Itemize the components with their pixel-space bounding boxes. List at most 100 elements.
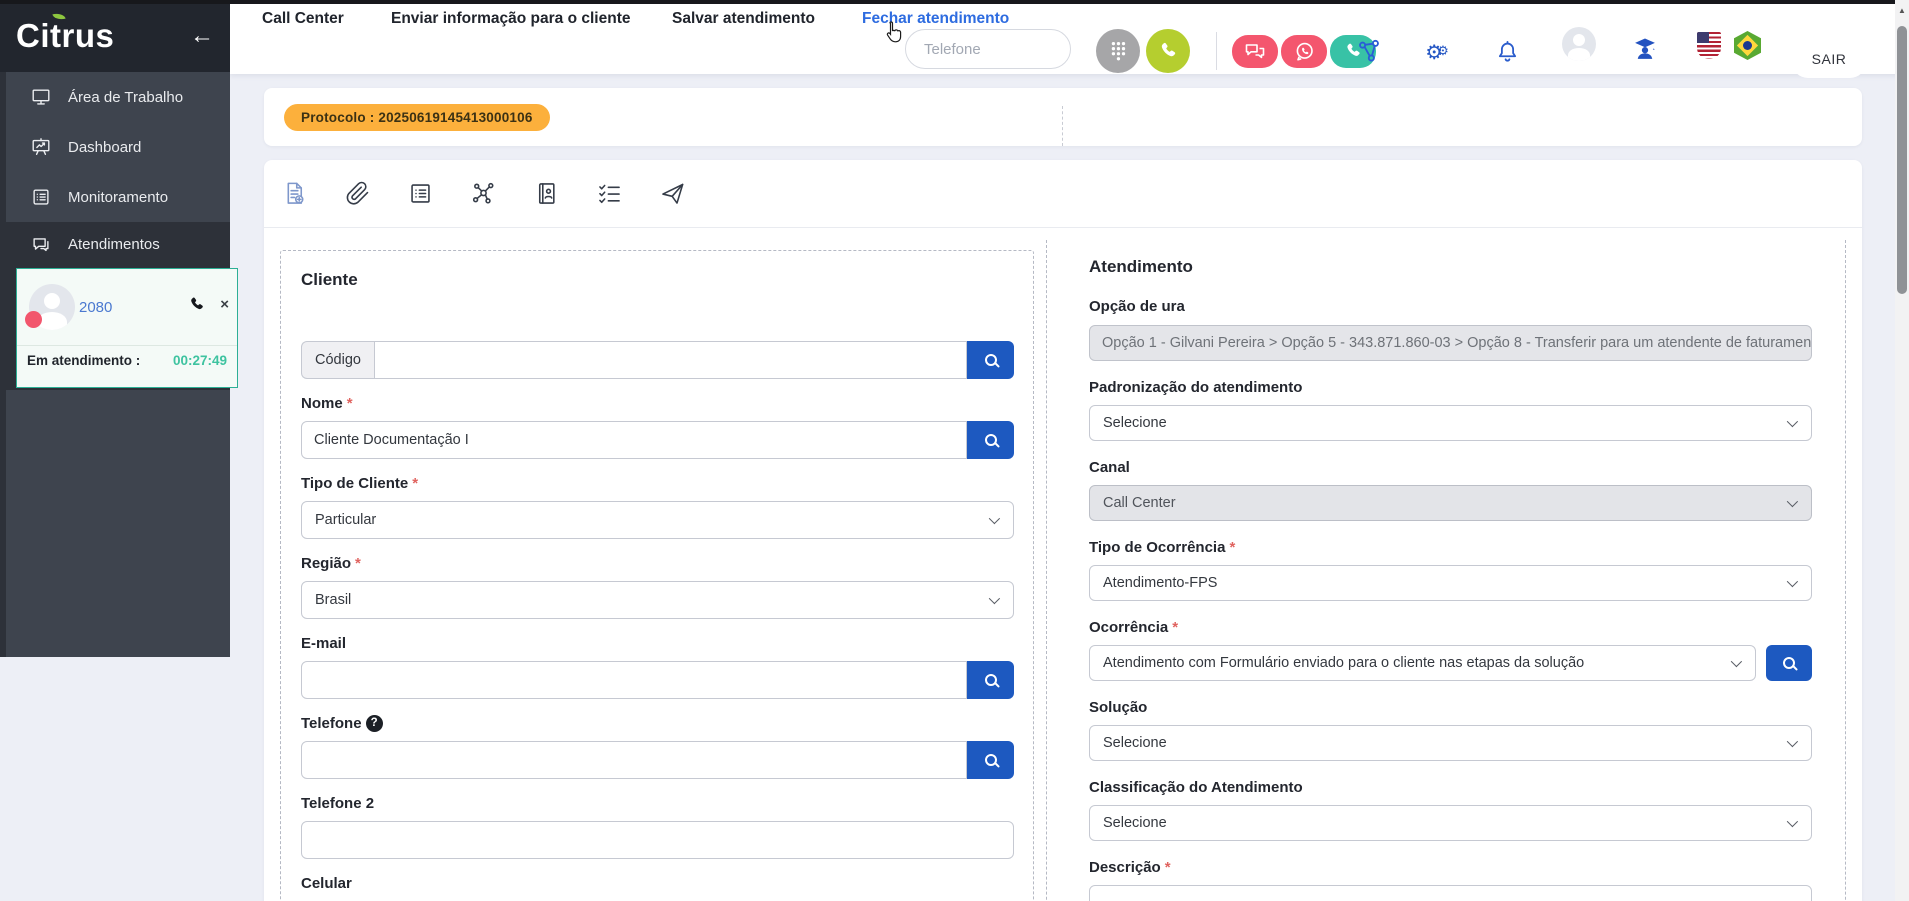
codigo-search-button[interactable] [967,341,1014,379]
language-br-flag[interactable] [1734,31,1761,60]
sidebar-item-label: Área de Trabalho [68,89,183,106]
phone-icon[interactable] [187,295,207,315]
us-flag-icon [1697,32,1721,59]
chevron-down-icon [1787,496,1798,507]
tutorials-button[interactable] [1630,33,1660,65]
list-icon [30,186,52,208]
solucao-select[interactable]: Selecione [1089,725,1812,761]
ocorrencia-label: Ocorrência * [1089,617,1812,638]
active-call-card: 2080 × Em atendimento : 00:27:49 [16,268,238,388]
descricao-textarea[interactable] [1089,885,1812,901]
sidebar-lower-panel [6,390,230,657]
classificacao-select[interactable]: Selecione [1089,805,1812,841]
celular-label: Celular [301,873,1014,894]
notifications-button[interactable] [1492,36,1522,68]
scroll-up-arrow[interactable]: ▲ [1895,6,1909,15]
tipo-cliente-select[interactable]: Particular [301,501,1014,539]
logout-label: SAIR [1812,51,1847,67]
email-input[interactable] [301,661,967,699]
codigo-addon-label: Código [301,341,374,379]
phone-icon [1157,40,1180,63]
nav-call-center[interactable]: Call Center [262,10,344,28]
new-document-button[interactable] [281,180,308,207]
dial-call-button[interactable] [1146,29,1190,73]
telefone2-input[interactable] [301,821,1014,859]
required-marker: * [347,393,353,414]
citrus-app: Citrus ← Área de Trabalho Dashboard Moni… [0,0,1909,901]
call-timer: 00:27:49 [173,353,227,368]
classificacao-field: Selecione [1089,805,1812,841]
checklist-button[interactable] [596,180,623,207]
tipo-cliente-label: Tipo de Cliente * [301,473,1014,494]
help-icon[interactable]: ? [366,715,383,732]
chat-bubbles-icon [30,233,52,255]
nav-salvar-atendimento[interactable]: Salvar atendimento [672,10,815,28]
logout-button[interactable]: SAIR [1792,40,1866,78]
telefone-field [301,741,1014,779]
scrollbar-thumb[interactable] [1897,26,1907,294]
nav-enviar-informacao[interactable]: Enviar informação para o cliente [391,10,630,28]
user-avatar[interactable] [1562,27,1596,61]
sidebar-item-dashboard[interactable]: Dashboard [6,122,230,172]
gear-icon: ⚙ [1437,44,1449,57]
required-marker: * [1165,857,1171,878]
chat-channel-button[interactable] [1232,35,1278,68]
chat-icon [1243,41,1267,63]
nome-input[interactable] [301,421,967,459]
ocorrencia-search-button[interactable] [1766,645,1812,681]
contact-book-button[interactable] [533,180,560,207]
opcao-ura-value: Opção 1 - Gilvani Pereira > Opção 5 - 34… [1089,325,1812,361]
nome-label: Nome * [301,393,1014,414]
ocorrencia-select[interactable]: Atendimento com Formulário enviado para … [1089,645,1756,681]
form-list-button[interactable] [407,180,434,207]
call-card-status-row: Em atendimento : 00:27:49 [27,353,227,368]
sidebar-item-atendimentos[interactable]: Atendimentos [6,222,230,266]
settings-button[interactable]: ⚙⚙ [1420,37,1454,69]
extension-link[interactable]: 2080 [79,299,112,316]
language-us-flag[interactable] [1697,32,1721,59]
phone-search-input[interactable] [905,29,1071,69]
window-top-edge [0,0,1909,4]
email-search-button[interactable] [967,661,1014,699]
dialpad-button[interactable] [1096,29,1140,73]
canal-label: Canal [1089,457,1812,478]
classificacao-label: Classificação do Atendimento [1089,777,1812,798]
attachments-button[interactable] [344,180,371,207]
whatsapp-channel-button[interactable] [1281,35,1327,68]
cliente-title: Cliente [301,269,1014,291]
solucao-label: Solução [1089,697,1812,718]
padronizacao-select[interactable]: Selecione [1089,405,1812,441]
canal-field: Call Center [1089,485,1812,521]
cliente-panel: Cliente Código Nome * Tipo de Cliente * … [280,250,1034,901]
page-scrollbar: ▲ [1895,0,1909,901]
graduation-person-icon [1631,35,1659,63]
tipo-cliente-field: Particular [301,501,1014,539]
topbar: Call Center Enviar informação para o cli… [230,4,1909,74]
regiao-select[interactable]: Brasil [301,581,1014,619]
form-toolbar [264,160,1862,228]
logo-text: Ci [16,17,50,55]
integrations-button[interactable] [1353,35,1385,67]
attendance-form-card: Cliente Código Nome * Tipo de Cliente * … [264,160,1862,901]
send-button[interactable] [659,180,686,207]
sidebar: Citrus ← Área de Trabalho Dashboard Moni… [0,0,230,657]
sidebar-item-monitoramento[interactable]: Monitoramento [6,172,230,222]
email-label: E-mail [301,633,1014,654]
sidebar-item-area-de-trabalho[interactable]: Área de Trabalho [6,72,230,122]
sidebar-item-label: Dashboard [68,139,141,156]
search-icon [985,354,997,366]
chevron-down-icon [1787,416,1798,427]
divider [1216,32,1217,70]
tipo-ocorrencia-select[interactable]: Atendimento-FPS [1089,565,1812,601]
chevron-down-icon [989,513,1000,524]
telefone-input[interactable] [301,741,967,779]
dashed-divider [1062,106,1063,146]
codigo-input[interactable] [374,341,967,379]
logo-text: rus [62,17,115,55]
nome-search-button[interactable] [967,421,1014,459]
telefone-search-button[interactable] [967,741,1014,779]
workflow-button[interactable] [470,180,497,207]
close-icon[interactable]: × [220,295,229,315]
chevron-down-icon [1787,816,1798,827]
sidebar-collapse-icon[interactable]: ← [190,24,214,48]
